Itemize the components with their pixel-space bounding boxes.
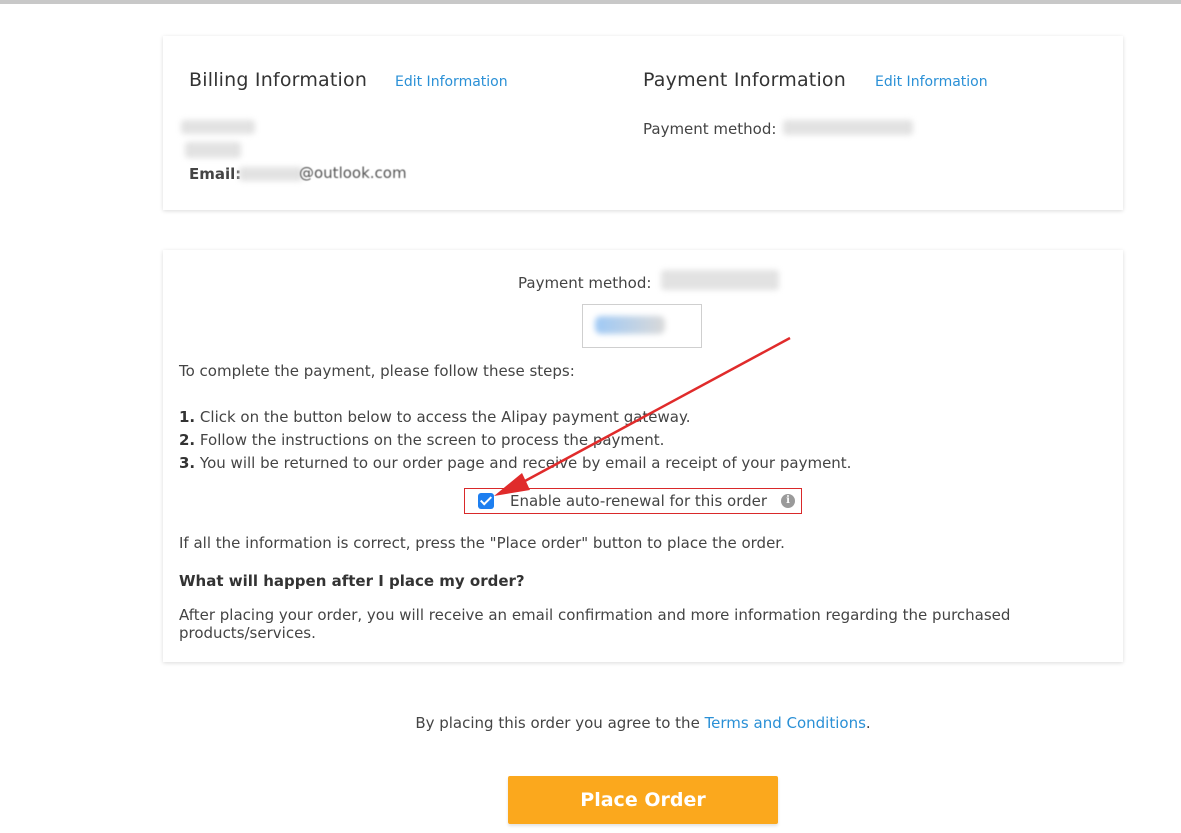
- step-number: 2.: [179, 431, 196, 449]
- step-text: Click on the button below to access the …: [199, 408, 691, 426]
- payment-info-title: Payment Information: [643, 69, 847, 91]
- payment-provider-logo: [582, 304, 702, 348]
- redacted-logo: [595, 316, 665, 334]
- step-number: 3.: [179, 454, 196, 472]
- top-border: [0, 0, 1181, 4]
- step-item: 3. You will be returned to our order pag…: [179, 452, 851, 475]
- email-row: Email:: [189, 165, 241, 183]
- redacted-name: [181, 120, 255, 134]
- email-label: Email:: [189, 165, 242, 183]
- payment-intro: To complete the payment, please follow t…: [179, 362, 575, 380]
- payment-edit-link[interactable]: Edit Information: [875, 74, 988, 90]
- auto-renewal-checkbox[interactable]: [478, 493, 494, 509]
- auto-renewal-label[interactable]: Enable auto-renewal for this order: [510, 492, 767, 510]
- terms-prefix: By placing this order you agree to the: [415, 714, 705, 732]
- redacted-payment-method: [783, 120, 913, 135]
- auto-renewal-row: Enable auto-renewal for this order i: [464, 488, 802, 514]
- terms-notice: By placing this order you agree to the T…: [0, 714, 1181, 732]
- redacted-address: [185, 142, 241, 158]
- step-item: 2. Follow the instructions on the screen…: [179, 429, 851, 452]
- faq-question: What will happen after I place my order?: [179, 572, 525, 590]
- info-icon[interactable]: i: [781, 494, 795, 508]
- place-order-button[interactable]: Place Order: [508, 776, 778, 824]
- confirm-text: If all the information is correct, press…: [179, 534, 785, 552]
- panel-method-label: Payment method:: [518, 274, 652, 292]
- step-text: You will be returned to our order page a…: [199, 454, 852, 472]
- billing-title: Billing Information: [189, 69, 368, 91]
- step-text: Follow the instructions on the screen to…: [199, 431, 665, 449]
- payment-method-label: Payment method:: [643, 120, 777, 138]
- billing-payment-card: Billing Information Edit Information Ema…: [163, 36, 1123, 210]
- faq-answer: After placing your order, you will recei…: [179, 606, 1011, 642]
- payment-panel-card: Payment method: To complete the payment,…: [163, 250, 1123, 662]
- payment-steps: 1. Click on the button below to access t…: [179, 406, 851, 475]
- email-domain: @outlook.com: [299, 164, 407, 182]
- redacted-email-user: [239, 167, 303, 181]
- redacted-panel-method: [661, 270, 779, 290]
- billing-edit-link[interactable]: Edit Information: [395, 74, 508, 90]
- terms-link[interactable]: Terms and Conditions: [705, 714, 866, 732]
- step-item: 1. Click on the button below to access t…: [179, 406, 851, 429]
- step-number: 1.: [179, 408, 196, 426]
- terms-suffix: .: [865, 714, 871, 732]
